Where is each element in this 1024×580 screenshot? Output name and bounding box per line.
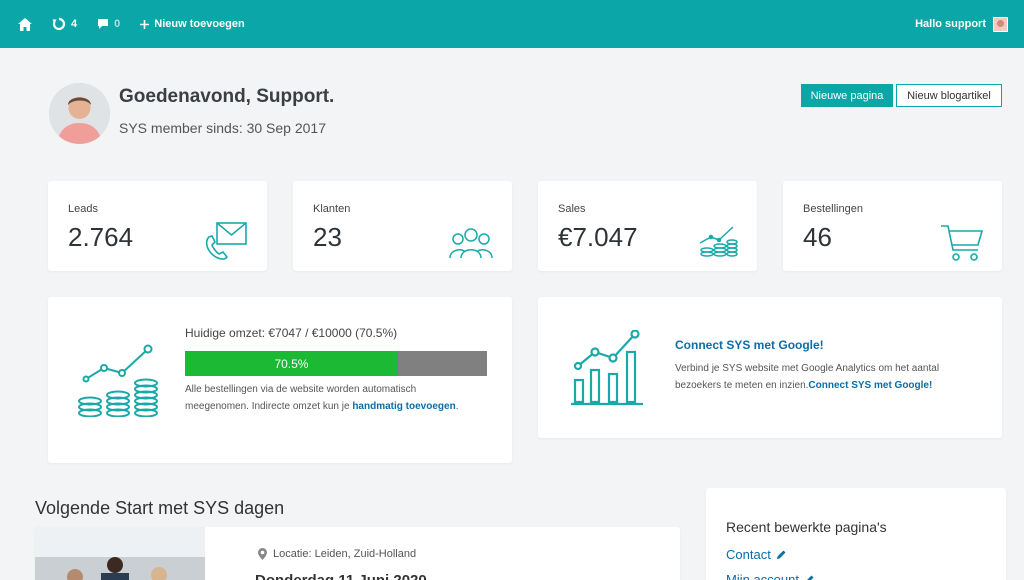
updates-link[interactable]: 4 <box>52 17 77 31</box>
new-page-button[interactable]: Nieuwe pagina <box>801 84 893 107</box>
add-new-label: Nieuw toevoegen <box>154 18 244 30</box>
revenue-card: Huidige omzet: €7047 / €10000 (70.5%) 70… <box>48 297 512 463</box>
analytics-chart-icon <box>571 330 645 406</box>
recent-page-label: Mijn account <box>726 572 799 580</box>
comments-count: 0 <box>114 18 120 30</box>
coins-growth-icon <box>697 223 739 259</box>
comments-link[interactable]: 0 <box>97 18 120 30</box>
manual-add-link[interactable]: handmatig toevoegen <box>352 401 455 412</box>
events-section-title: Volgende Start met SYS dagen <box>35 498 284 519</box>
envelope-phone-icon <box>203 219 249 261</box>
people-icon <box>448 225 494 259</box>
admin-bar: 4 0 Nieuw toevoegen Hallo support <box>0 0 1024 48</box>
revenue-growth-icon <box>76 343 160 417</box>
google-connect-card: Connect SYS met Google! Verbind je SYS w… <box>538 297 1002 438</box>
google-connect-title[interactable]: Connect SYS met Google! <box>675 338 824 352</box>
stat-card-customers: Klanten 23 <box>293 181 512 271</box>
updates-count: 4 <box>71 18 77 30</box>
stat-value: 46 <box>803 222 832 253</box>
home-link[interactable] <box>18 18 32 31</box>
stat-value: €7.047 <box>558 222 638 253</box>
comment-icon <box>97 18 109 30</box>
stat-label: Klanten <box>313 203 350 215</box>
page-title: Goedenavond, Support. <box>119 86 334 108</box>
recent-pages-card: Recent bewerkte pagina's Contact Mijn ac… <box>706 488 1006 580</box>
stat-card-sales: Sales €7.047 <box>538 181 757 271</box>
revenue-progress-bar: 70.5% <box>185 351 487 376</box>
user-greeting: Hallo support <box>915 18 986 30</box>
stat-card-orders: Bestellingen 46 <box>783 181 1002 271</box>
avatar <box>49 83 110 144</box>
recent-page-link[interactable]: Mijn account <box>726 572 815 580</box>
stat-label: Sales <box>558 203 586 215</box>
plus-icon <box>140 20 149 29</box>
event-date: Donderdag 11 Juni 2020 <box>255 572 427 580</box>
recent-page-link[interactable]: Contact <box>726 547 787 562</box>
google-connect-description: Verbind je SYS website met Google Analyt… <box>675 361 980 394</box>
user-menu[interactable]: Hallo support <box>915 0 1008 48</box>
recent-pages-title: Recent bewerkte pagina's <box>726 519 887 535</box>
new-blog-post-button[interactable]: Nieuw blogartikel <box>896 84 1002 107</box>
member-since: SYS member sinds: 30 Sep 2017 <box>119 120 326 136</box>
cart-icon <box>940 223 984 263</box>
event-photo <box>35 527 205 580</box>
revenue-text-end: . <box>456 401 459 412</box>
user-avatar-small <box>993 17 1008 32</box>
stat-value: 23 <box>313 222 342 253</box>
revenue-description: Alle bestellingen via de website worden … <box>185 382 465 415</box>
event-location-text: Locatie: Leiden, Zuid-Holland <box>273 548 416 560</box>
stat-card-leads: Leads 2.764 <box>48 181 267 271</box>
location-pin-icon <box>258 548 267 560</box>
recent-page-label: Contact <box>726 547 771 562</box>
google-connect-link[interactable]: Connect SYS met Google! <box>808 380 932 391</box>
stat-label: Bestellingen <box>803 203 863 215</box>
event-card[interactable]: Locatie: Leiden, Zuid-Holland Donderdag … <box>35 527 680 580</box>
pencil-icon <box>804 574 815 580</box>
progress-fill: 70.5% <box>185 351 398 376</box>
revenue-title: Huidige omzet: €7047 / €10000 (70.5%) <box>185 326 397 340</box>
stat-label: Leads <box>68 203 98 215</box>
home-icon <box>18 18 32 31</box>
add-new-menu[interactable]: Nieuw toevoegen <box>140 18 244 30</box>
refresh-icon <box>52 17 66 31</box>
event-location: Locatie: Leiden, Zuid-Holland <box>258 548 416 560</box>
stat-value: 2.764 <box>68 222 133 253</box>
pencil-icon <box>776 549 787 560</box>
